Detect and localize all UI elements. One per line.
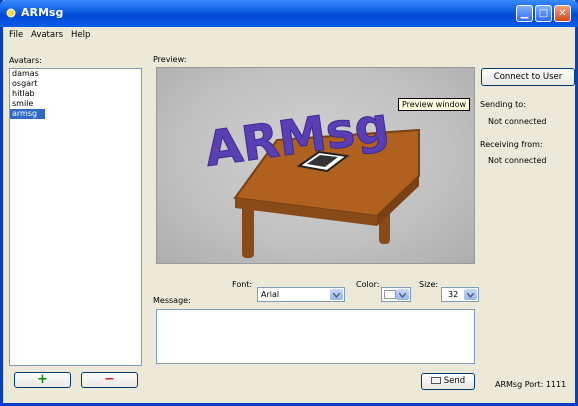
font-select-value: Arial <box>261 290 280 299</box>
app-icon <box>6 8 16 18</box>
chevron-down-icon <box>467 293 474 298</box>
font-select[interactable]: Arial <box>257 287 345 302</box>
maximize-button[interactable]: □ <box>535 5 552 22</box>
list-item[interactable]: damas <box>10 69 141 79</box>
font-select-dropdown[interactable] <box>330 289 343 300</box>
send-button[interactable]: Send <box>421 373 475 390</box>
close-icon: ✕ <box>558 8 567 19</box>
preview-tooltip: Preview window <box>398 98 471 111</box>
minimize-icon: ▁ <box>520 8 529 19</box>
preview-label: Preview: <box>153 55 187 64</box>
receiving-from-label: Receiving from: <box>480 140 543 149</box>
minimize-button[interactable]: ▁ <box>516 5 533 22</box>
list-item[interactable]: hitlab <box>10 89 141 99</box>
color-label: Color: <box>356 280 380 289</box>
send-button-label: Send <box>443 376 466 386</box>
font-label: Font: <box>232 280 253 289</box>
color-picker[interactable] <box>381 287 411 302</box>
size-label: Size: <box>419 280 439 289</box>
receiving-from-value: Not connected <box>488 156 547 165</box>
armsg-window: ARMsg ▁ □ ✕ File Avatars Help Avatars: d… <box>0 0 578 406</box>
avatars-list[interactable]: damas osgart hitlab smile armsg <box>9 68 142 366</box>
sending-to-label: Sending to: <box>480 100 526 109</box>
menu-file[interactable]: File <box>9 30 23 40</box>
chevron-down-icon <box>399 293 406 298</box>
menu-bar: File Avatars Help <box>3 27 575 44</box>
send-icon <box>430 377 441 384</box>
preview-window[interactable]: ARMsg <box>156 67 475 264</box>
size-select-value: 32 <box>448 290 459 299</box>
sending-to-value: Not connected <box>488 117 547 126</box>
menu-help[interactable]: Help <box>71 30 90 40</box>
message-label: Message: <box>153 296 191 305</box>
size-select-dropdown[interactable] <box>464 289 477 300</box>
menu-avatars[interactable]: Avatars <box>31 30 63 40</box>
remove-avatar-button[interactable]: − <box>81 372 138 388</box>
chevron-down-icon <box>333 293 340 298</box>
title-bar[interactable]: ARMsg ▁ □ ✕ <box>0 0 578 27</box>
close-button[interactable]: ✕ <box>554 5 571 22</box>
size-select[interactable]: 32 <box>441 287 479 302</box>
list-item[interactable]: osgart <box>10 79 141 89</box>
avatars-label: Avatars: <box>9 56 42 65</box>
connect-to-user-button[interactable]: Connect to User <box>481 68 575 86</box>
maximize-icon: □ <box>538 8 549 19</box>
add-avatar-button[interactable]: + <box>14 372 71 388</box>
message-input[interactable] <box>156 309 475 364</box>
window-title: ARMsg <box>21 6 64 19</box>
list-item-selected[interactable]: armsg <box>10 109 45 119</box>
port-status: ARMsg Port: 1111 <box>495 380 567 389</box>
list-item[interactable]: smile <box>10 99 141 109</box>
color-swatch <box>384 290 396 299</box>
color-picker-dropdown[interactable] <box>396 289 409 300</box>
